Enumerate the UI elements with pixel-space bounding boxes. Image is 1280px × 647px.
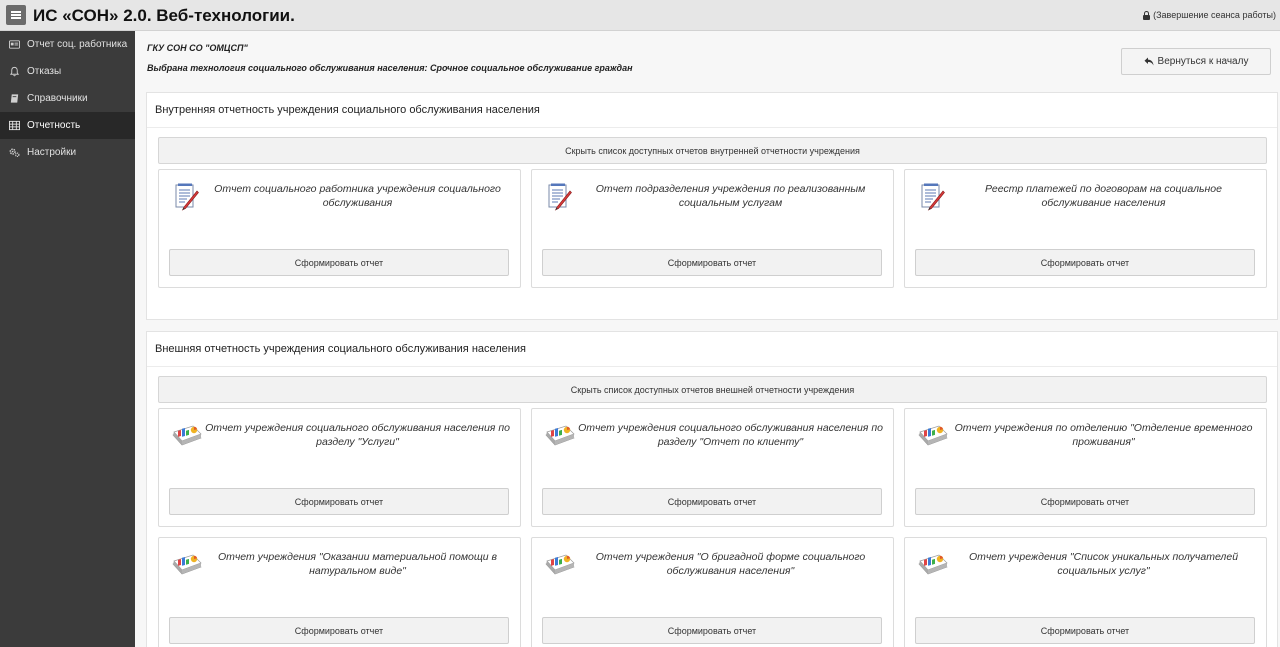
bell-icon (9, 66, 20, 77)
generate-report-button[interactable]: Сформировать отчет (915, 617, 1255, 644)
logout-label: (Завершение сеанса работы) (1153, 10, 1276, 20)
sidebar-item-settings[interactable]: Настройки (0, 139, 135, 166)
external-reports-panel: Внешняя отчетность учреждения социальног… (146, 331, 1278, 647)
report-card-unique-recipients: Отчет учреждения "Список уникальных полу… (904, 537, 1267, 647)
report-title: Отчет подразделения учреждения по реализ… (595, 183, 866, 209)
generate-report-button[interactable]: Сформировать отчет (542, 488, 882, 515)
table-icon (9, 120, 20, 131)
report-card-payments-registry: Реестр платежей по договорам на социальн… (904, 169, 1267, 288)
report-card-services-section: Отчет учреждения социального обслуживани… (158, 408, 521, 527)
book-icon (9, 93, 20, 104)
report-title: Отчет учреждения социального обслуживани… (205, 422, 510, 448)
report-title: Отчет учреждения социального обслуживани… (578, 422, 883, 448)
report-card-department-services: Отчет подразделения учреждения по реализ… (531, 169, 894, 288)
generate-report-button[interactable]: Сформировать отчет (542, 249, 882, 276)
report-card-temporary-residence: Отчет учреждения по отделению "Отделение… (904, 408, 1267, 527)
report-chart-icon (916, 421, 950, 451)
selected-technology: Выбрана технология социального обслужива… (147, 63, 633, 73)
generate-report-button[interactable]: Сформировать отчет (915, 488, 1255, 515)
generate-report-button[interactable]: Сформировать отчет (542, 617, 882, 644)
report-title: Реестр платежей по договорам на социальн… (985, 183, 1222, 209)
report-chart-icon (916, 550, 950, 580)
sidebar-item-label: Отчетность (27, 120, 81, 131)
main-content: ГКУ СОН СО "ОМЦСП" Выбрана технология со… (135, 31, 1280, 647)
sidebar-item-refusals[interactable]: Отказы (0, 58, 135, 85)
report-chart-icon (543, 421, 577, 451)
sidebar-item-label: Отказы (27, 66, 62, 77)
generate-report-button[interactable]: Сформировать отчет (915, 249, 1255, 276)
top-bar: ИС «СОН» 2.0. Веб-технологии. (Завершени… (0, 0, 1280, 31)
organization-name: ГКУ СОН СО "ОМЦСП" (147, 43, 248, 53)
sidebar: Отчет соц. работника Отказы Справочники … (0, 31, 135, 647)
report-card-client-section: Отчет учреждения социального обслуживани… (531, 408, 894, 527)
menu-toggle-button[interactable] (6, 5, 26, 25)
sidebar-item-reports[interactable]: Отчетность (0, 112, 135, 139)
report-title: Отчет социального работника учреждения с… (214, 183, 501, 209)
back-to-start-button[interactable]: Вернуться к началу (1121, 48, 1271, 75)
divider (147, 366, 1277, 367)
sidebar-item-label: Настройки (27, 147, 77, 158)
lock-icon (1143, 10, 1151, 20)
report-title: Отчет учреждения "Оказании материальной … (217, 551, 498, 577)
report-title: Отчет учреждения "О бригадной форме соци… (595, 551, 866, 577)
sidebar-item-directories[interactable]: Справочники (0, 85, 135, 112)
id-card-icon (9, 39, 20, 50)
divider (147, 127, 1277, 128)
report-card-social-worker: Отчет социального работника учреждения с… (158, 169, 521, 288)
generate-report-button[interactable]: Сформировать отчет (169, 488, 509, 515)
report-title: Отчет учреждения по отделению "Отделение… (954, 422, 1253, 448)
reply-arrow-icon (1144, 57, 1154, 66)
report-card-brigade-form: Отчет учреждения "О бригадной форме соци… (531, 537, 894, 647)
hide-internal-reports-button[interactable]: Скрыть список доступных отчетов внутренн… (158, 137, 1267, 164)
app-title: ИС «СОН» 2.0. Веб-технологии. (33, 6, 295, 25)
document-pen-icon (916, 182, 950, 212)
panel-title: Внутренняя отчетность учреждения социаль… (155, 104, 540, 116)
sidebar-item-label: Справочники (27, 93, 88, 104)
document-pen-icon (543, 182, 577, 212)
report-chart-icon (170, 421, 204, 451)
hamburger-icon (11, 11, 21, 19)
document-pen-icon (170, 182, 204, 212)
report-title: Отчет учреждения "Список уникальных полу… (968, 551, 1239, 577)
generate-report-button[interactable]: Сформировать отчет (169, 249, 509, 276)
internal-reports-panel: Внутренняя отчетность учреждения социаль… (146, 92, 1278, 320)
report-card-material-aid: Отчет учреждения "Оказании материальной … (158, 537, 521, 647)
panel-title: Внешняя отчетность учреждения социальног… (155, 343, 526, 355)
generate-report-button[interactable]: Сформировать отчет (169, 617, 509, 644)
report-chart-icon (170, 550, 204, 580)
sidebar-item-social-worker-report[interactable]: Отчет соц. работника (0, 31, 135, 58)
sidebar-item-label: Отчет соц. работника (27, 39, 128, 50)
report-chart-icon (543, 550, 577, 580)
logout-link[interactable]: (Завершение сеанса работы) (1143, 10, 1276, 20)
hide-external-reports-button[interactable]: Скрыть список доступных отчетов внешней … (158, 376, 1267, 403)
gears-icon (9, 147, 20, 158)
back-button-label: Вернуться к началу (1157, 56, 1249, 67)
